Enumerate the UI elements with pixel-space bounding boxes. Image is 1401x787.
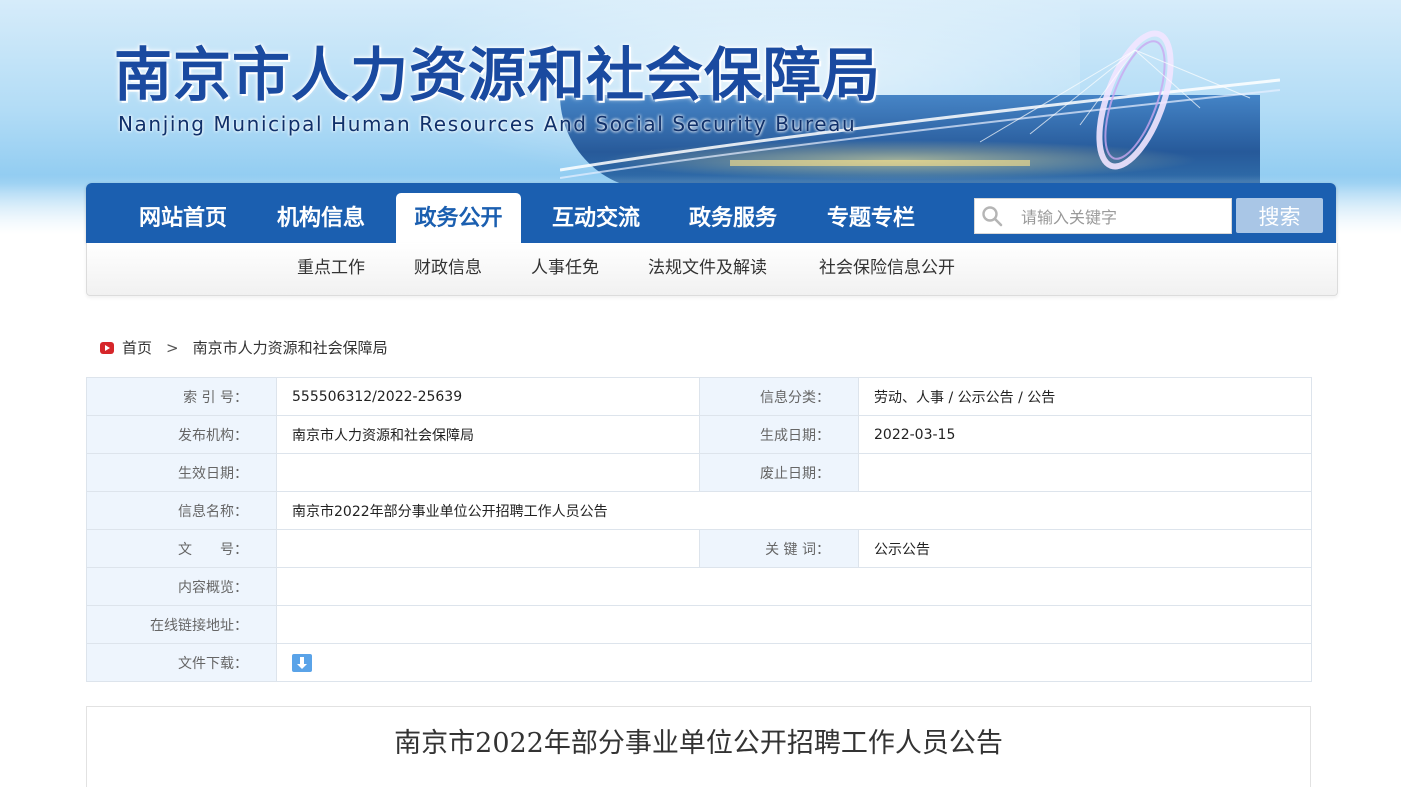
keywords-value: 公示公告	[858, 529, 1312, 568]
search-input[interactable]	[1019, 199, 1228, 235]
search-box	[974, 198, 1232, 235]
breadcrumb-home[interactable]: 首页	[122, 339, 152, 357]
site-subtitle: Nanjing Municipal Human Resources And So…	[118, 112, 857, 136]
subnav-item-personnel[interactable]: 人事任免	[531, 243, 599, 293]
nav-item-services[interactable]: 政务服务	[668, 193, 798, 243]
article-title: 南京市2022年部分事业单位公开招聘工作人员公告	[394, 728, 1003, 759]
table-row: 信息名称： 南京市2022年部分事业单位公开招聘工作人员公告	[86, 491, 1312, 530]
breadcrumb: 首页 > 南京市人力资源和社会保障局	[100, 337, 388, 359]
online-link-label: 在线链接地址：	[86, 605, 277, 644]
table-row: 生效日期： 废止日期：	[86, 453, 1312, 492]
doc-no-label: 文 号：	[86, 529, 277, 568]
subnav-item-finance[interactable]: 财政信息	[414, 243, 482, 293]
publisher-value: 南京市人力资源和社会保障局	[276, 415, 700, 454]
keywords-label: 关 键 词：	[699, 529, 859, 568]
chevron-right-icon: >	[166, 339, 179, 357]
info-name-value: 南京市2022年部分事业单位公开招聘工作人员公告	[276, 491, 1312, 530]
category-value: 劳动、人事 / 公示公告 / 公告	[858, 377, 1312, 416]
nav-item-interaction[interactable]: 互动交流	[531, 193, 661, 243]
subnav-item-regulations[interactable]: 法规文件及解读	[648, 243, 767, 293]
online-link-value	[276, 605, 1312, 644]
expiry-date-label: 废止日期：	[699, 453, 859, 492]
summary-label: 内容概览：	[86, 567, 277, 606]
subnav-item-key-work[interactable]: 重点工作	[297, 243, 365, 293]
category-label: 信息分类：	[699, 377, 859, 416]
index-no-label: 索 引 号：	[86, 377, 277, 416]
file-download-label: 文件下载：	[86, 643, 277, 682]
search-icon	[982, 206, 1003, 227]
created-date-label: 生成日期：	[699, 415, 859, 454]
site-title: 南京市人力资源和社会保障局	[114, 41, 882, 109]
effective-date-label: 生效日期：	[86, 453, 277, 492]
table-row: 在线链接地址：	[86, 605, 1312, 644]
table-row: 内容概览：	[86, 567, 1312, 606]
effective-date-value	[276, 453, 700, 492]
index-no-value: 555506312/2022-25639	[276, 377, 700, 416]
publisher-label: 发布机构：	[86, 415, 277, 454]
nav-item-organization[interactable]: 机构信息	[256, 193, 386, 243]
breadcrumb-current[interactable]: 南京市人力资源和社会保障局	[193, 339, 388, 357]
doc-no-value	[276, 529, 700, 568]
sub-nav: 重点工作 财政信息 人事任免 法规文件及解读 社会保险信息公开	[86, 243, 1338, 296]
info-meta-table: 索 引 号： 555506312/2022-25639 信息分类： 劳动、人事 …	[86, 377, 1312, 682]
download-icon[interactable]	[292, 653, 312, 672]
search-button[interactable]: 搜索	[1236, 198, 1323, 233]
subnav-item-social-insurance[interactable]: 社会保险信息公开	[819, 243, 955, 293]
article-panel: 南京市2022年部分事业单位公开招聘工作人员公告	[86, 706, 1311, 787]
file-download-cell	[276, 643, 1312, 682]
home-icon	[100, 341, 114, 354]
info-name-label: 信息名称：	[86, 491, 277, 530]
created-date-value: 2022-03-15	[858, 415, 1312, 454]
table-row: 发布机构： 南京市人力资源和社会保障局 生成日期： 2022-03-15	[86, 415, 1312, 454]
main-nav: 网站首页 机构信息 政务公开 互动交流 政务服务 专题专栏 搜索	[86, 183, 1336, 243]
nav-item-topics[interactable]: 专题专栏	[806, 193, 936, 243]
expiry-date-value	[858, 453, 1312, 492]
nav-item-government-affairs[interactable]: 政务公开	[396, 193, 521, 243]
table-row: 文件下载：	[86, 643, 1312, 682]
summary-value	[276, 567, 1312, 606]
nav-item-home[interactable]: 网站首页	[118, 193, 248, 243]
table-row: 文 号： 关 键 词： 公示公告	[86, 529, 1312, 568]
table-row: 索 引 号： 555506312/2022-25639 信息分类： 劳动、人事 …	[86, 377, 1312, 416]
